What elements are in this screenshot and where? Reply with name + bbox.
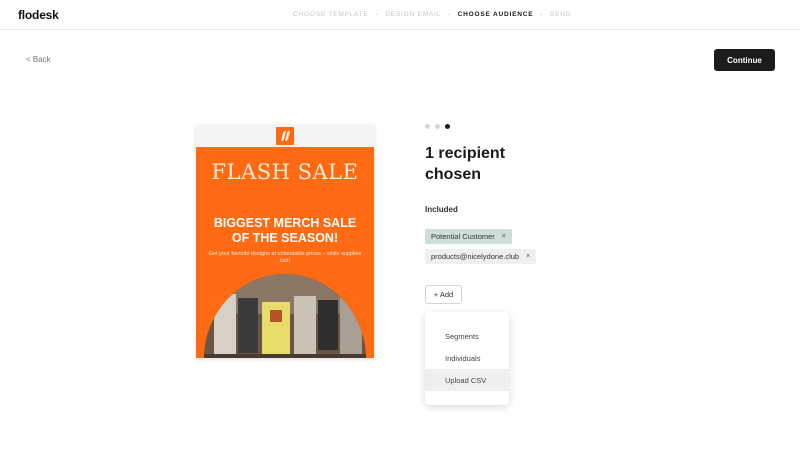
step-separator: • [448,11,451,18]
chip-label: products@nicelydone.club [431,252,520,261]
remove-chip-icon[interactable]: × [502,233,506,240]
email-preview: FLASH SALE BIGGEST MERCH SALE OF THE SEA… [196,125,374,358]
step-send[interactable]: SEND [550,11,571,18]
step-design-email[interactable]: DESIGN EMAIL [385,11,441,18]
top-bar: flodesk CHOOSE TEMPLATE • DESIGN EMAIL •… [0,0,800,30]
remove-chip-icon[interactable]: × [526,253,530,260]
merch-photo [204,274,366,358]
pager-dot[interactable] [425,124,430,129]
recipient-count-heading: 1 recipient chosen [425,145,506,183]
app-logo: flodesk [18,8,59,22]
step-separator: • [375,11,379,18]
chip-segment: Potential Customer × [425,229,512,244]
add-audience-menu: Segments Individuals Upload CSV [425,312,509,405]
chip-label: Potential Customer [431,232,495,241]
chip-individual: products@nicelydone.club × [425,249,537,264]
brand-logo-icon [276,127,294,145]
email-subtext: Get your favorite designs at unbeatable … [208,251,362,264]
menu-item-segments[interactable]: Segments [425,325,509,347]
email-flash-title: FLASH SALE [211,160,359,184]
step-choose-template[interactable]: CHOOSE TEMPLATE [293,11,369,18]
menu-item-individuals[interactable]: Individuals [425,347,509,369]
pager-dots [425,124,450,129]
email-headline: BIGGEST MERCH SALE OF THE SEASON! [213,216,357,245]
back-link[interactable]: < Back [26,55,51,64]
step-separator: • [540,11,543,18]
progress-steps: CHOOSE TEMPLATE • DESIGN EMAIL • CHOOSE … [293,11,571,18]
menu-item-upload-csv[interactable]: Upload CSV [425,369,509,391]
step-choose-audience[interactable]: CHOOSE AUDIENCE [458,11,534,18]
add-audience-button[interactable]: + Add [425,285,462,304]
pager-dot-active[interactable] [445,124,450,129]
pager-dot[interactable] [435,124,440,129]
included-label: Included [425,205,458,214]
email-header [196,125,374,147]
continue-button[interactable]: Continue [714,49,775,71]
